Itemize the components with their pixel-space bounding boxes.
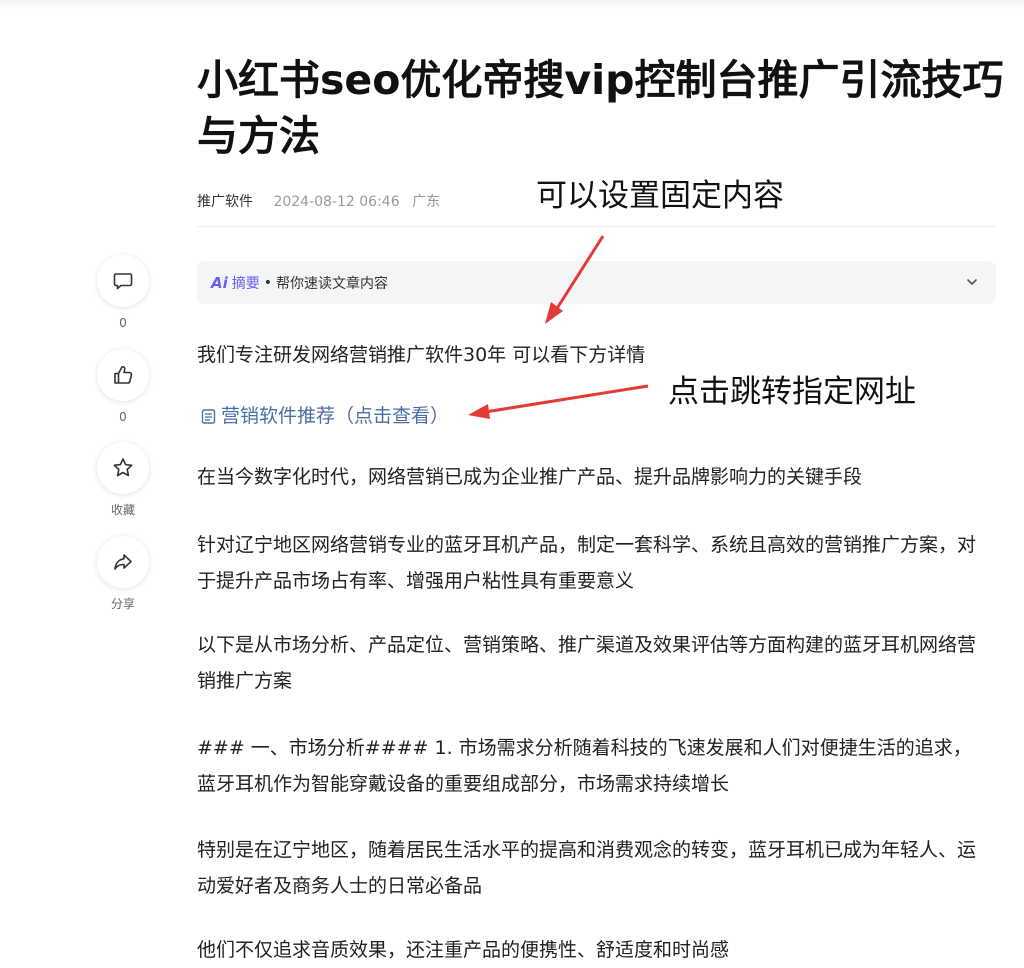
article-title: 小红书seo优化帝搜vip控制台推广引流技巧与方法 [197,56,1004,160]
star-icon [113,458,133,477]
publish-date: 2024-08-12 06:46 [273,194,400,210]
share-action[interactable]: 分享 [96,536,150,611]
comment-button[interactable] [97,255,149,307]
document-icon [201,408,216,424]
ai-logo-icon: Ai [211,273,228,292]
body-paragraph: 针对辽宁地区网络营销专业的蓝牙耳机产品，制定一套科学、系统且高效的营销推广方案，… [197,534,977,592]
body-paragraph: ### 一、市场分析#### 1. 市场需求分析随着科技的飞速发展和人们对便捷生… [197,737,972,795]
favorite-action[interactable]: 收藏 [96,442,150,517]
body-paragraph: 特别是在辽宁地区，随着居民生活水平的提高和消费观念的转变，蓝牙耳机已成为年轻人、… [197,839,977,897]
arrow-to-link [468,384,649,419]
body-paragraph: 以下是从市场分析、产品定位、营销策略、推广渠道及效果评估等方面构建的蓝牙耳机网络… [197,634,977,692]
ai-summary-bar[interactable]: Ai 摘要 • 帮你速读文章内容 [197,261,996,304]
annotation-jump-url: 点击跳转指定网址 [668,374,916,410]
like-count: 0 [119,410,127,424]
comment-count: 0 [119,316,127,330]
meta-divider [197,226,996,227]
summary-description: 帮你速读文章内容 [276,275,389,292]
favorite-button[interactable] [97,442,149,494]
share-button[interactable] [97,536,149,588]
comment-action[interactable]: 0 [96,255,150,330]
article-meta: 推广软件 2024-08-12 06:46 广东 [197,193,440,211]
like-action[interactable]: 0 [96,349,150,424]
intro-paragraph: 我们专注研发网络营销推广软件30年 可以看下方详情 [197,344,646,366]
chevron-down-icon[interactable] [964,274,980,290]
share-icon [114,554,132,570]
thumbs-up-icon [114,366,133,384]
favorite-label: 收藏 [110,503,135,517]
link-text[interactable]: 营销软件推荐（点击查看） [221,398,449,434]
marketing-software-link[interactable]: 营销软件推荐（点击查看） [200,398,449,434]
summary-label: 摘要 [231,275,260,292]
annotation-fixed-content: 可以设置固定内容 [536,178,784,214]
body-paragraph: 他们不仅追求音质效果，还注重产品的便携性、舒适度和时尚感 [197,939,730,961]
publish-location: 广东 [412,194,441,210]
top-bar [0,0,1024,10]
like-button[interactable] [97,349,149,401]
share-label: 分享 [110,597,135,611]
author-name[interactable]: 推广软件 [197,194,253,210]
body-paragraph: 在当今数字化时代，网络营销已成为企业推广产品、提升品牌影响力的关键手段 [197,466,863,488]
comment-icon [113,273,133,290]
summary-separator: • [263,274,273,291]
